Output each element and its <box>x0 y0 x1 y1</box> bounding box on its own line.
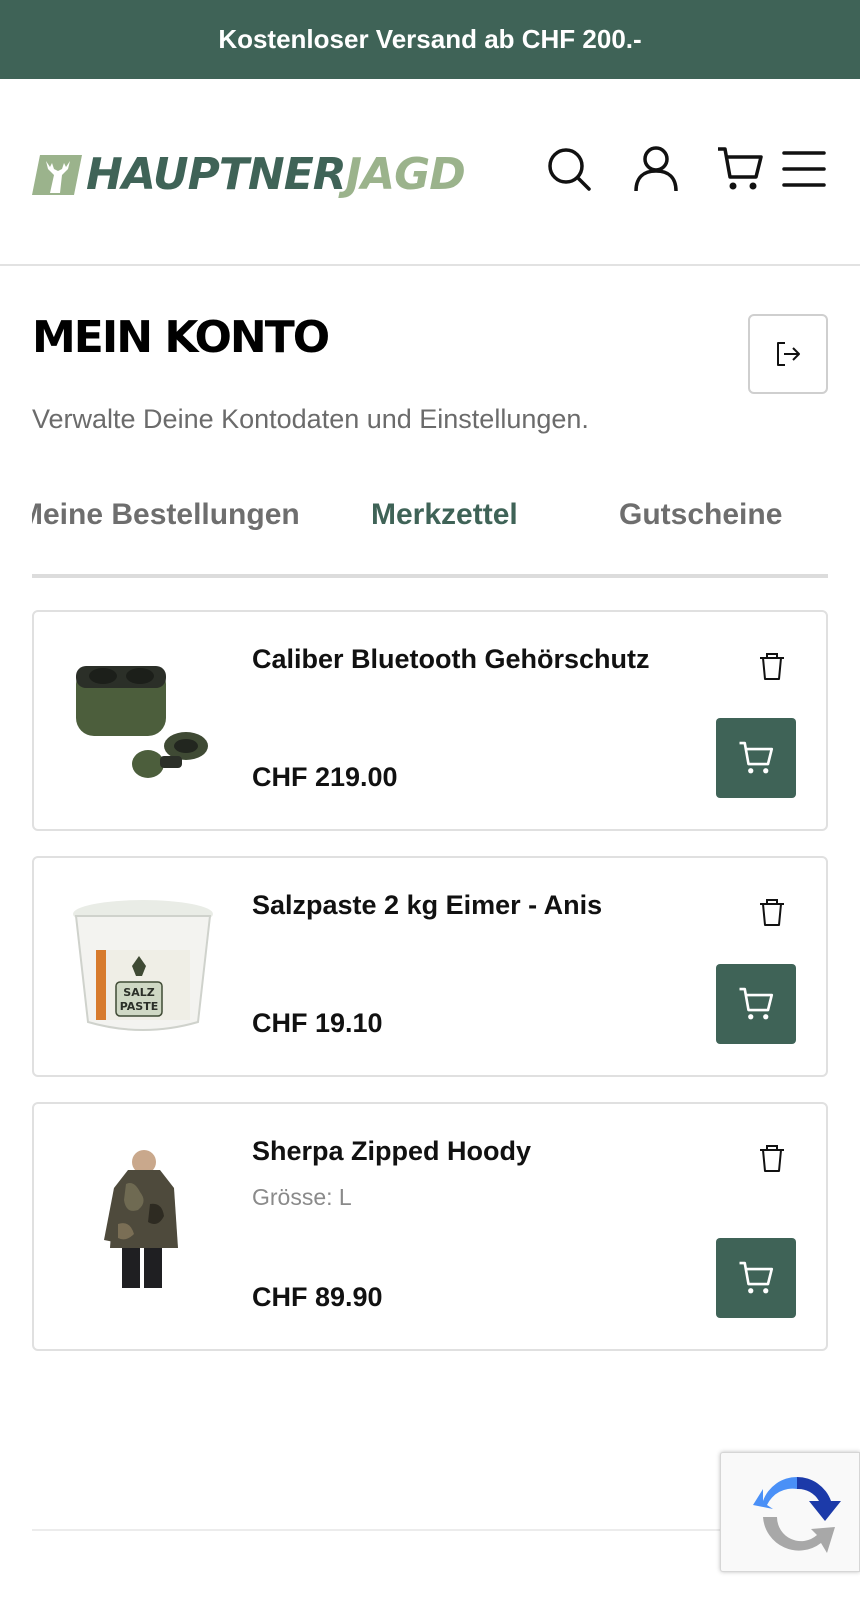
wishlist-item: SALZ PASTE Salzpaste 2 kg Eimer - Anis C… <box>32 856 828 1077</box>
bucket-label-bottom: PASTE <box>120 1000 159 1013</box>
trash-icon[interactable] <box>756 650 788 682</box>
site-header: HAUPTNER JAGD <box>0 79 860 266</box>
item-name[interactable]: Sherpa Zipped Hoody <box>252 1136 531 1167</box>
add-to-cart-button[interactable] <box>716 964 796 1044</box>
item-price: CHF 89.90 <box>252 1282 383 1312</box>
announcement-text: Kostenloser Versand ab CHF 200.- <box>218 24 642 54</box>
add-to-cart-button[interactable] <box>716 718 796 798</box>
active-tab-indicator <box>322 574 572 578</box>
tab-vouchers[interactable]: Gutscheine <box>619 498 782 532</box>
add-to-cart-button[interactable] <box>716 1238 796 1318</box>
bucket-image: SALZ PASTE <box>73 900 213 1031</box>
search-icon[interactable] <box>545 145 593 193</box>
bucket-label-top: SALZ <box>123 986 154 999</box>
trash-icon[interactable] <box>756 1142 788 1174</box>
wishlist-item: Caliber Bluetooth Gehörschutz CHF 219.00 <box>32 610 828 831</box>
earbuds-image <box>76 666 208 778</box>
logout-button[interactable] <box>748 314 828 394</box>
page-subtitle: Verwalte Deine Kontodaten und Einstellun… <box>32 404 589 434</box>
cart-icon <box>739 741 774 774</box>
logo-wordmark-b: JAGD <box>345 149 466 200</box>
item-variant: Grösse: L <box>252 1184 352 1210</box>
tab-orders[interactable]: Meine Bestellungen <box>32 498 300 532</box>
logout-icon <box>777 342 800 366</box>
hoody-image <box>104 1150 178 1288</box>
wishlist-item: Sherpa Zipped Hoody Grösse: L CHF 89.90 <box>32 1102 828 1351</box>
recaptcha-badge[interactable] <box>720 1452 860 1572</box>
logo-wordmark-a: HAUPTNER <box>86 149 347 200</box>
site-logo[interactable]: HAUPTNER JAGD <box>32 149 466 200</box>
page-title: MEIN KONTO <box>32 312 330 363</box>
tab-wishlist[interactable]: Merkzettel <box>371 498 518 532</box>
footer-divider <box>32 1529 828 1531</box>
item-name[interactable]: Salzpaste 2 kg Eimer - Anis <box>252 890 602 921</box>
menu-icon[interactable] <box>780 145 828 193</box>
recaptcha-icon <box>753 1477 841 1553</box>
announcement-bar: Kostenloser Versand ab CHF 200.- <box>0 0 860 79</box>
item-name[interactable]: Caliber Bluetooth Gehörschutz <box>252 644 650 675</box>
cart-icon <box>739 987 774 1020</box>
item-price: CHF 19.10 <box>252 1008 383 1038</box>
cart-icon <box>739 1261 774 1294</box>
cart-icon[interactable] <box>716 145 764 193</box>
user-icon[interactable] <box>632 145 680 193</box>
account-tabs: Meine Bestellungen Merkzettel Gutscheine <box>32 490 828 578</box>
item-price: CHF 219.00 <box>252 762 398 792</box>
deer-logo-icon <box>32 154 82 195</box>
trash-icon[interactable] <box>756 896 788 928</box>
